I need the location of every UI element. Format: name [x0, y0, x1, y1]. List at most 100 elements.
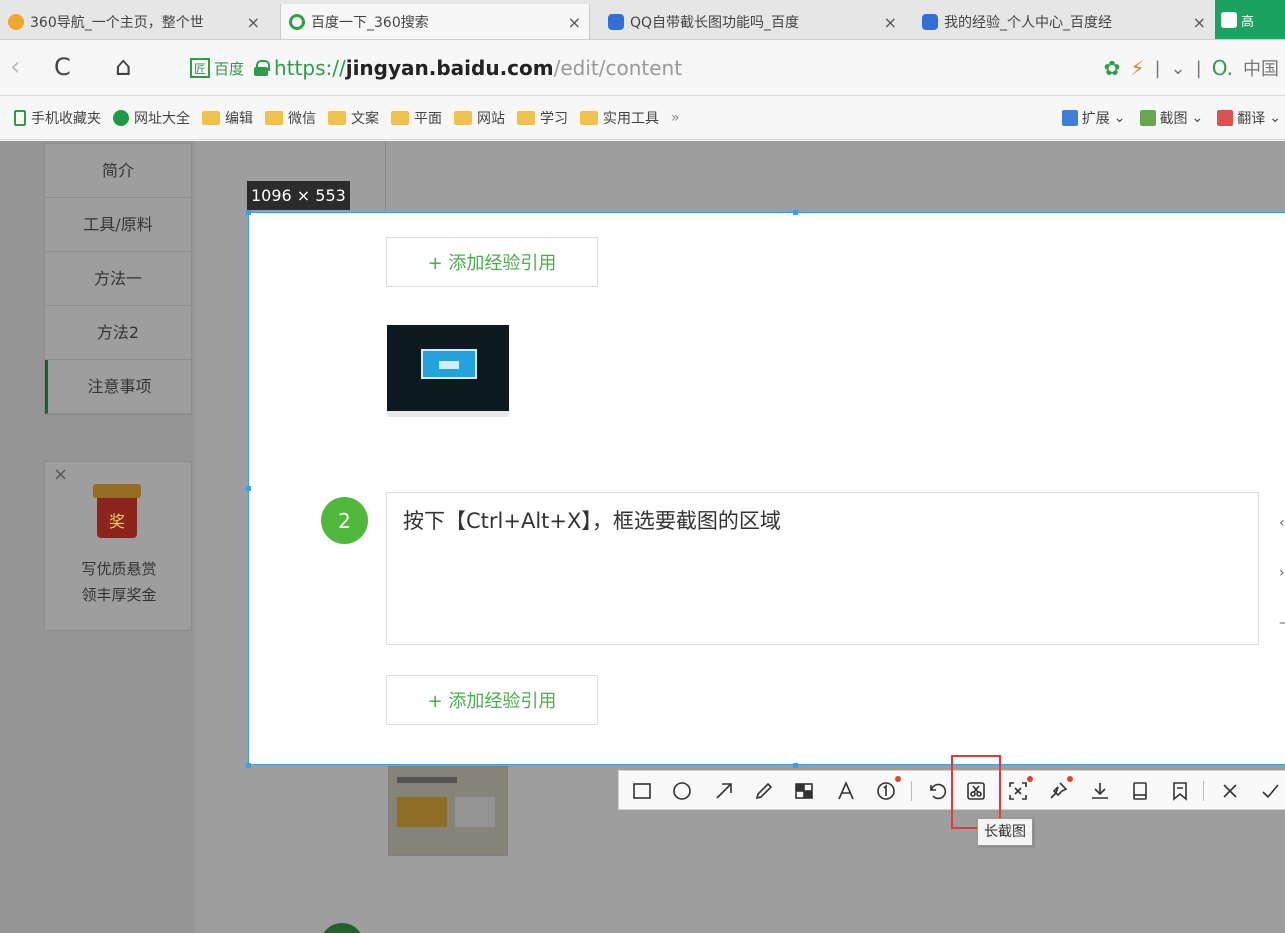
- bookmark-label: 文案: [351, 110, 379, 127]
- tab-bar: 360导航_一个主页，整个世 × 百度一下_360搜索 × QQ自带截长图功能吗…: [0, 0, 1285, 40]
- home-icon[interactable]: ⌂: [115, 50, 132, 84]
- translate-icon: [1217, 110, 1234, 126]
- resize-handle[interactable]: [793, 210, 798, 215]
- bookmark-folder-edit[interactable]: 编辑: [202, 108, 253, 128]
- bookmark-label: 平面: [414, 110, 442, 127]
- bookmark-folder-wechat[interactable]: 微信: [265, 108, 316, 128]
- side-control-icon[interactable]: –: [1279, 615, 1285, 631]
- close-icon[interactable]: ×: [1193, 13, 1206, 32]
- chevron-down-icon: ⌄: [1269, 110, 1281, 126]
- bookmark-label: 微信: [288, 110, 316, 127]
- bookmark-folder-tools[interactable]: 实用工具: [580, 108, 659, 128]
- folder-icon: [265, 110, 283, 125]
- tool-label: 扩展: [1081, 111, 1110, 127]
- divider: [911, 781, 912, 801]
- resize-handle[interactable]: [793, 763, 798, 768]
- tooltip: 长截图: [977, 818, 1033, 846]
- folder-icon: [454, 110, 472, 125]
- bookmark-label: 网站: [477, 110, 505, 127]
- divider: [1203, 781, 1204, 801]
- close-icon[interactable]: ×: [884, 13, 897, 32]
- bookmark-folder-website[interactable]: 网站: [454, 108, 505, 128]
- tab-my-experience[interactable]: 我的经验_个人中心_百度经 ×: [914, 4, 1214, 39]
- side-control-icon[interactable]: ›: [1279, 565, 1285, 581]
- bookmark-label: 实用工具: [603, 110, 659, 127]
- baidu-paw-icon: [608, 14, 624, 30]
- lightning-icon[interactable]: ⚡: [1130, 56, 1144, 80]
- text-tool-icon[interactable]: [831, 771, 861, 811]
- bookmark-mobile[interactable]: 手机收藏夹: [14, 108, 101, 128]
- arrow-tool-icon[interactable]: [709, 771, 739, 811]
- folder-icon: [391, 110, 409, 125]
- close-icon[interactable]: ×: [568, 13, 581, 32]
- 360-search-icon: [289, 14, 305, 30]
- site-badge-label: 百度: [214, 59, 245, 78]
- close-icon[interactable]: ×: [247, 13, 260, 32]
- ellipse-tool-icon[interactable]: [667, 771, 697, 811]
- cancel-icon[interactable]: [1215, 771, 1245, 811]
- bookmarks-more-button[interactable]: »: [671, 110, 680, 126]
- screenshot-selection[interactable]: + 添加经验引用 2 按下【Ctrl+Alt+X】，框选要截图的区域 ‹ › –…: [248, 212, 1285, 765]
- bookmark-site-nav[interactable]: 网址大全: [113, 108, 190, 128]
- folder-icon: [580, 110, 598, 125]
- bookmark-folder-graphic[interactable]: 平面: [391, 108, 442, 128]
- tab-partial[interactable]: 高: [1215, 0, 1285, 39]
- reload-icon[interactable]: C: [54, 50, 71, 84]
- chevron-down-icon: ⌄: [1113, 110, 1126, 126]
- number-tool-icon[interactable]: [871, 771, 901, 811]
- phone-icon: [14, 109, 26, 126]
- tab-title: QQ自带截长图功能吗_百度: [630, 15, 800, 31]
- add-reference-button[interactable]: + 添加经验引用: [386, 237, 598, 287]
- dialog-preview: [421, 349, 477, 379]
- translate-button[interactable]: 翻译 ⌄: [1217, 108, 1281, 128]
- tab-qq-question[interactable]: QQ自带截长图功能吗_百度 ×: [600, 4, 905, 39]
- tab-360-home[interactable]: 360导航_一个主页，整个世 ×: [0, 4, 268, 39]
- pin-icon[interactable]: [1043, 771, 1073, 811]
- bookmark-icon[interactable]: [1165, 771, 1195, 811]
- confirm-icon[interactable]: [1255, 771, 1285, 811]
- search-box-text[interactable]: 中国: [1243, 55, 1279, 81]
- tab-title: 高: [1241, 14, 1255, 30]
- folder-icon: [328, 110, 346, 125]
- badge-text: 奖: [108, 512, 125, 531]
- add-reference-button[interactable]: + 添加经验引用: [386, 675, 598, 725]
- ocr-icon[interactable]: [1003, 771, 1033, 811]
- chevron-down-icon[interactable]: ⌄: [1171, 58, 1186, 79]
- divider: |: [1154, 57, 1161, 79]
- bookmark-label: 编辑: [225, 110, 253, 127]
- resize-handle[interactable]: [246, 210, 251, 215]
- search-engine-icon[interactable]: O.: [1212, 56, 1233, 80]
- pencil-tool-icon[interactable]: [749, 771, 779, 811]
- rectangle-tool-icon[interactable]: [627, 771, 657, 811]
- selection-size-label: 1096 × 553: [247, 181, 350, 210]
- side-control-icon[interactable]: ‹: [1279, 515, 1285, 531]
- url-scheme: https://: [274, 56, 346, 80]
- download-icon[interactable]: [1085, 771, 1115, 811]
- chevron-down-icon: ⌄: [1191, 110, 1204, 126]
- bookmark-folder-copy[interactable]: 文案: [328, 108, 379, 128]
- address-bar[interactable]: 匠 百度 https:// jingyan.baidu.com /edit/co…: [190, 52, 1090, 84]
- step-number-badge: 2: [321, 497, 368, 544]
- gear-icon[interactable]: ✿: [1104, 56, 1121, 80]
- back-icon[interactable]: ‹: [10, 50, 20, 84]
- extensions-icon: [1061, 110, 1078, 126]
- save-device-icon[interactable]: [1125, 771, 1155, 811]
- bookmark-label: 学习: [540, 110, 568, 127]
- url-host: jingyan.baidu.com: [345, 56, 554, 80]
- screenshot-thumbnail[interactable]: [387, 325, 509, 417]
- extensions-button[interactable]: 扩展 ⌄: [1061, 108, 1126, 128]
- globe-icon: [113, 109, 129, 126]
- tab-360-search[interactable]: 百度一下_360搜索 ×: [280, 4, 590, 39]
- bookmarks-bar: 手机收藏夹 网址大全 编辑 微信 文案 平面 网站 学习 实用工具 » 扩展 ⌄: [0, 96, 1285, 140]
- nav-extensions: ✿ ⚡ | ⌄ | O. 中国: [1104, 52, 1285, 84]
- step-editor[interactable]: 按下【Ctrl+Alt+X】，框选要截图的区域: [386, 492, 1259, 645]
- resize-handle[interactable]: [246, 763, 251, 768]
- tool-label: 翻译: [1237, 111, 1266, 127]
- bookmark-folder-study[interactable]: 学习: [517, 108, 568, 128]
- folder-icon: [517, 110, 535, 125]
- resize-handle[interactable]: [246, 486, 251, 491]
- baidu-paw-icon: [1221, 12, 1237, 28]
- undo-icon[interactable]: [921, 771, 951, 811]
- screenshot-button[interactable]: 截图 ⌄: [1139, 108, 1204, 128]
- mosaic-tool-icon[interactable]: [789, 771, 819, 811]
